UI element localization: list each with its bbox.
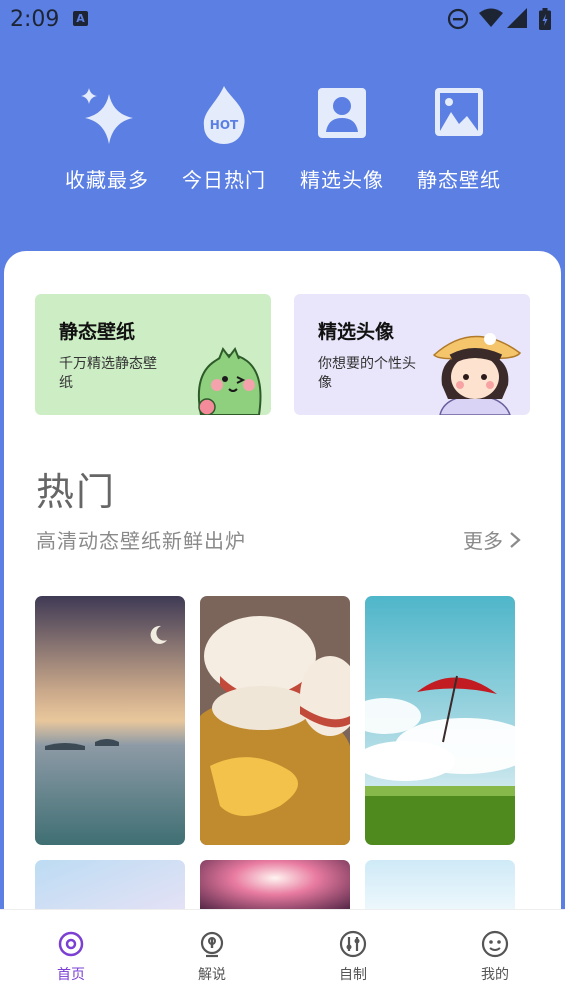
image-icon xyxy=(435,88,483,136)
bottom-navigation: 首页 解说 自制 我的 xyxy=(0,909,565,1004)
nav-label: 首页 xyxy=(57,967,85,983)
category-static-wallpaper[interactable]: 静态壁纸 xyxy=(399,82,519,193)
chevron-right-icon xyxy=(510,531,521,548)
section-subtitle: 高清动态壁纸新鲜出炉 xyxy=(36,529,246,553)
location-pin-icon xyxy=(200,931,224,958)
dinosaur-illustration xyxy=(197,346,262,415)
promo-description: 你想要的个性头像 xyxy=(318,356,416,391)
category-label: 静态壁纸 xyxy=(417,168,501,192)
cell-signal-icon xyxy=(507,8,527,28)
nav-label: 自制 xyxy=(339,967,367,983)
category-label: 收藏最多 xyxy=(65,168,149,192)
more-label: 更多 xyxy=(463,529,503,553)
wifi-icon xyxy=(479,8,503,27)
sliders-icon xyxy=(339,930,367,958)
battery-icon xyxy=(539,8,551,30)
home-target-icon xyxy=(58,931,84,957)
category-today-hot[interactable]: HOT 今日热门 xyxy=(164,82,284,193)
nav-label: 解说 xyxy=(198,967,226,983)
status-time: 2:09 xyxy=(10,7,60,32)
section-title: 热门 xyxy=(36,470,117,514)
do-not-disturb-icon xyxy=(447,8,469,30)
category-label: 精选头像 xyxy=(300,168,384,192)
sparkle-icon xyxy=(81,88,133,144)
category-most-favorited[interactable]: 收藏最多 xyxy=(47,82,167,193)
wallpaper-thumb-macarons[interactable] xyxy=(200,596,350,845)
svg-text:HOT: HOT xyxy=(210,118,239,132)
wallpaper-thumb-sunset-sea[interactable] xyxy=(35,596,185,845)
portrait-icon xyxy=(318,88,366,138)
nav-diy[interactable]: 自制 xyxy=(313,930,393,984)
promo-static-wallpaper[interactable]: 静态壁纸 千万精选静态壁纸 xyxy=(35,294,271,415)
nav-home[interactable]: 首页 xyxy=(31,930,111,984)
promo-selected-avatars[interactable]: 精选头像 你想要的个性头像 xyxy=(294,294,530,415)
smiley-icon xyxy=(481,930,509,958)
nav-commentary[interactable]: 解说 xyxy=(172,930,252,984)
status-icons xyxy=(447,8,557,30)
wallpaper-thumb-red-umbrella[interactable] xyxy=(365,596,515,845)
notification-badge-icon: A xyxy=(73,11,88,26)
nav-mine[interactable]: 我的 xyxy=(455,930,535,984)
promo-title: 静态壁纸 xyxy=(59,321,136,343)
more-button[interactable]: 更多 xyxy=(463,525,521,554)
girl-illustration xyxy=(432,333,522,415)
status-bar: 2:09 A xyxy=(0,0,565,40)
category-selected-avatars[interactable]: 精选头像 xyxy=(282,82,402,193)
main-content-card: 静态壁纸 千万精选静态壁纸 精选头像 你想要的个性头像 热门 高清动态壁纸新鲜出… xyxy=(4,251,561,951)
hot-flame-icon: HOT xyxy=(203,86,245,144)
promo-description: 千万精选静态壁纸 xyxy=(59,356,157,391)
category-label: 今日热门 xyxy=(182,168,266,192)
promo-title: 精选头像 xyxy=(318,321,395,343)
nav-label: 我的 xyxy=(481,967,509,983)
top-category-bar: 收藏最多 HOT 今日热门 精选头像 静态壁纸 xyxy=(0,82,565,202)
